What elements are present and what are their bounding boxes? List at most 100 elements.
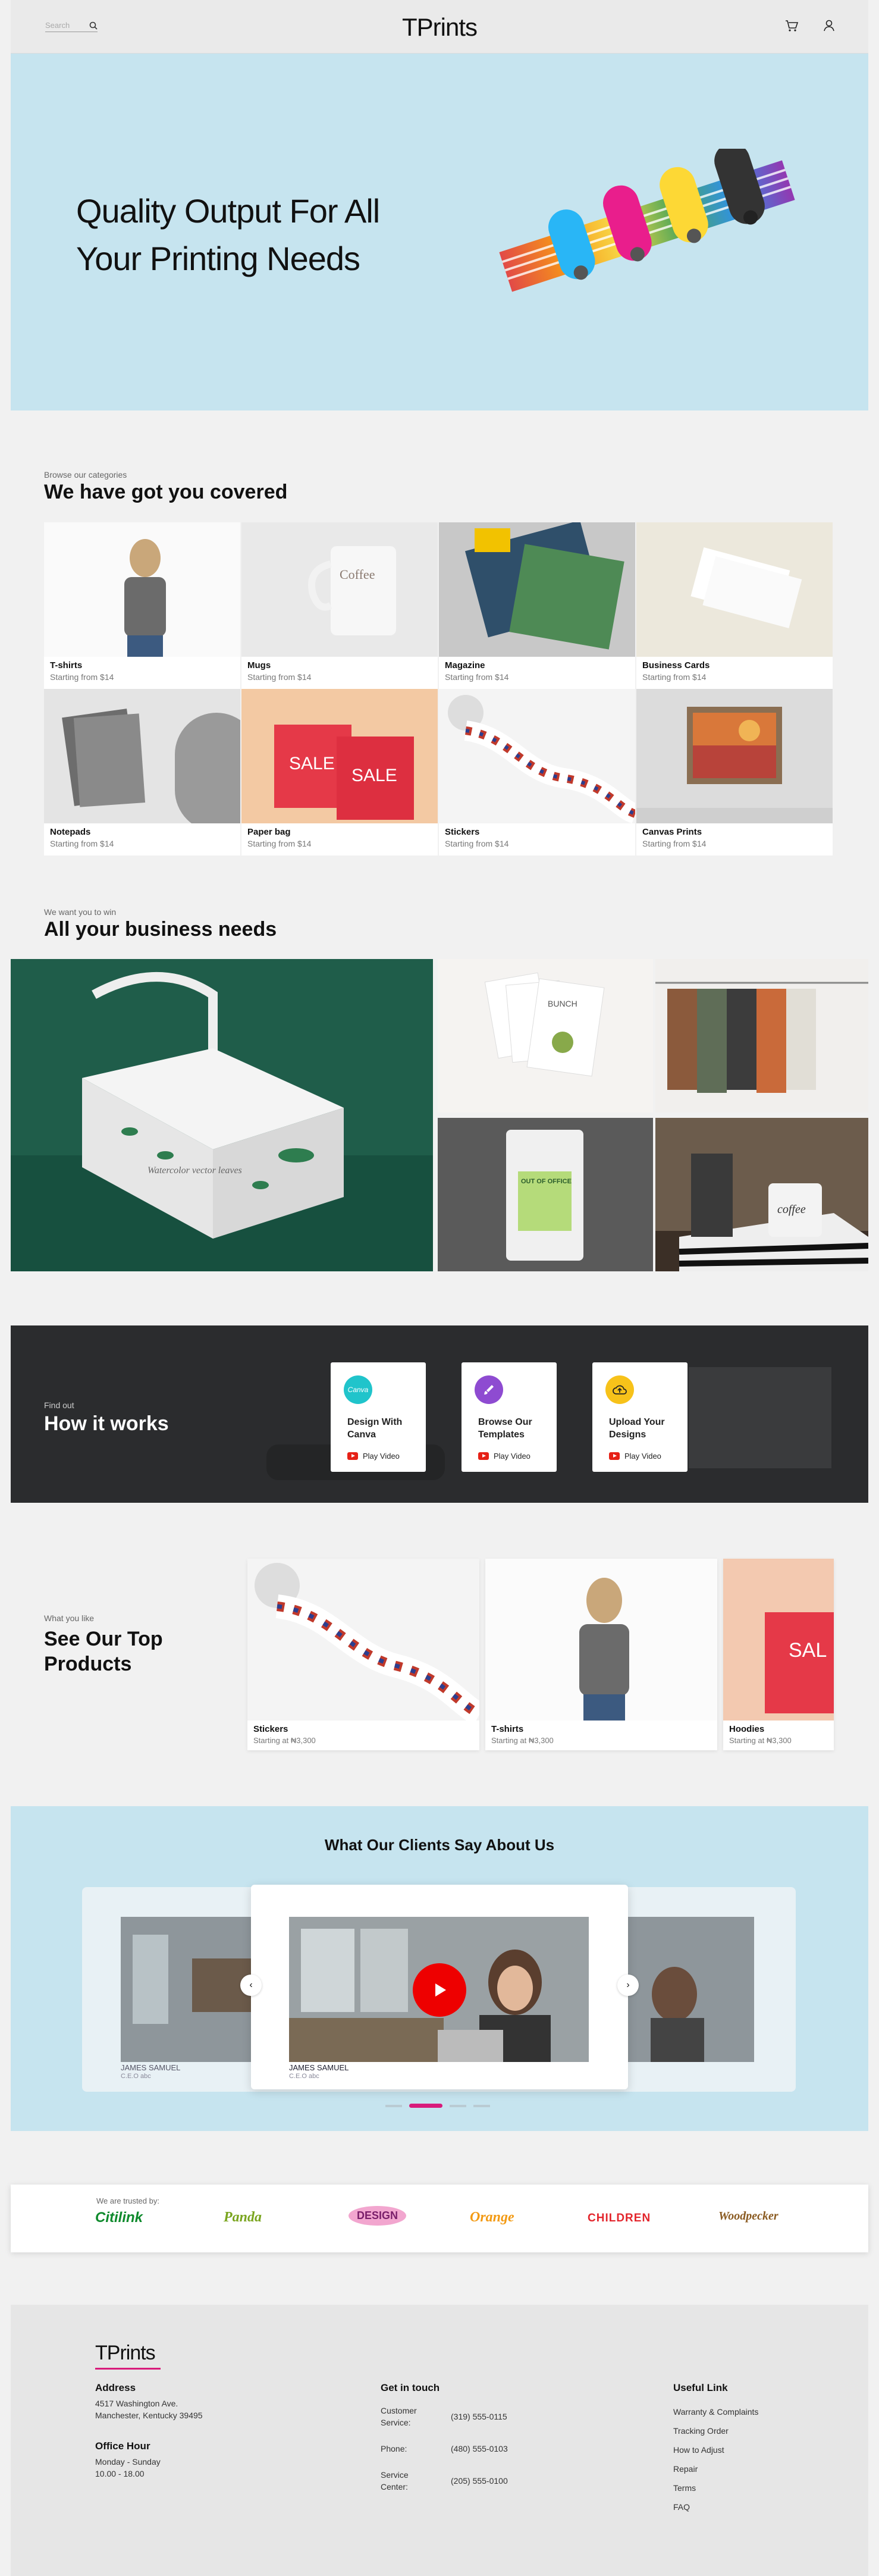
how-card-title: Design With Canva bbox=[347, 1417, 403, 1440]
play-video-link[interactable]: Play Video bbox=[609, 1452, 661, 1461]
category-card-magazine[interactable]: Magazine Starting from $14 bbox=[439, 522, 635, 689]
contact-value[interactable]: (480) 555-0103 bbox=[451, 2443, 508, 2455]
how-it-works-section: Find out How it works Canva Design With … bbox=[11, 1325, 868, 1503]
bag-text: Watercolor vector leaves bbox=[147, 1165, 242, 1176]
carousel-prev-button[interactable]: ‹ bbox=[240, 1975, 262, 1996]
contact-value[interactable]: (319) 555-0115 bbox=[451, 2411, 507, 2423]
links-title: Useful Link bbox=[673, 2382, 728, 2393]
how-card-templates[interactable]: Browse Our Templates Play Video bbox=[462, 1362, 557, 1472]
play-video-label: Play Video bbox=[494, 1452, 530, 1461]
testimonials-title: What Our Clients Say About Us bbox=[324, 1836, 555, 1854]
footer-link-faq[interactable]: FAQ bbox=[673, 2501, 690, 2513]
how-card-upload[interactable]: Upload Your Designs Play Video bbox=[592, 1362, 687, 1472]
play-video-link[interactable]: Play Video bbox=[347, 1452, 400, 1461]
product-price: Starting at ₦3,300 bbox=[253, 1736, 316, 1745]
carousel-dot[interactable] bbox=[385, 2105, 402, 2107]
category-name: Magazine bbox=[445, 660, 485, 670]
product-name: Hoodies bbox=[729, 1724, 765, 1734]
carousel-dot[interactable] bbox=[450, 2105, 466, 2107]
stickers-image bbox=[439, 689, 635, 823]
footer-link-terms[interactable]: Terms bbox=[673, 2482, 696, 2494]
notepads-image bbox=[44, 689, 240, 823]
play-video-link[interactable]: Play Video bbox=[478, 1452, 530, 1461]
canva-icon: Canva bbox=[344, 1375, 372, 1404]
carousel-dot[interactable] bbox=[473, 2105, 490, 2107]
footer-link-repair[interactable]: Repair bbox=[673, 2463, 698, 2475]
hours-title: Office Hour bbox=[95, 2440, 150, 2452]
category-price: Starting from $14 bbox=[50, 672, 114, 682]
mugs-image: Coffee bbox=[241, 522, 438, 657]
hero-banner: Quality Output For All Your Printing Nee… bbox=[11, 54, 868, 410]
tshirts-image bbox=[44, 522, 240, 657]
logo-panda: Panda bbox=[224, 2210, 262, 2225]
carousel-next-button[interactable]: › bbox=[617, 1975, 639, 1996]
user-icon[interactable] bbox=[821, 18, 837, 33]
brand-logo[interactable]: TPrints bbox=[11, 13, 868, 42]
product-card-tshirts[interactable]: T-shirts Starting at ₦3,300 bbox=[485, 1559, 717, 1750]
logo-woodpecker: Woodpecker bbox=[718, 2210, 778, 2223]
business-title: All your business needs bbox=[44, 918, 277, 941]
coffee-bag-text: OUT OF OFFICE bbox=[521, 1178, 572, 1185]
category-card-tshirts[interactable]: T-shirts Starting from $14 bbox=[44, 522, 240, 689]
testimonial-video-right[interactable] bbox=[627, 1917, 754, 2062]
footer-brand[interactable]: TPrints bbox=[95, 2342, 156, 2365]
cloud-upload-icon bbox=[605, 1375, 634, 1404]
contact-value[interactable]: (205) 555-0100 bbox=[451, 2475, 508, 2487]
contact-label: Customer Service: bbox=[381, 2406, 417, 2427]
category-name: Mugs bbox=[247, 660, 271, 670]
brush-icon bbox=[475, 1375, 503, 1404]
products-title: See Our Top Products bbox=[44, 1627, 163, 1676]
logo-children: CHILDREN bbox=[588, 2212, 651, 2224]
business-apparel-rack-image[interactable] bbox=[655, 959, 868, 1112]
business-cards-stack-image[interactable]: BUNCH bbox=[438, 959, 653, 1112]
testimonial-role: C.E.O abc bbox=[121, 2073, 151, 2080]
how-card-title: Browse Our Templates bbox=[478, 1417, 532, 1440]
testimonial-video-left[interactable] bbox=[121, 1917, 258, 2062]
business-coffee-bag-image[interactable]: OUT OF OFFICE bbox=[438, 1118, 653, 1271]
contact-title: Get in touch bbox=[381, 2382, 440, 2393]
category-card-stickers[interactable]: Stickers Starting from $14 bbox=[439, 689, 635, 855]
mug-text: Coffee bbox=[340, 567, 375, 582]
canvas-prints-image bbox=[636, 689, 833, 823]
sale-text: SALE bbox=[289, 754, 335, 773]
products-title-line2: Products bbox=[44, 1653, 132, 1675]
category-price: Starting from $14 bbox=[247, 839, 312, 848]
product-card-hoodies[interactable]: SAL Hoodies Starting at ₦3,300 bbox=[723, 1559, 834, 1750]
hero-title-line1: Quality Output For All bbox=[76, 192, 380, 230]
testimonial-name: JAMES SAMUEL bbox=[121, 2063, 181, 2072]
logo-orange: Orange bbox=[470, 2210, 514, 2225]
product-card-stickers[interactable]: Stickers Starting at ₦3,300 bbox=[247, 1559, 479, 1750]
how-card-canva[interactable]: Canva Design With Canva Play Video bbox=[331, 1362, 426, 1472]
trusted-label: We are trusted by: bbox=[96, 2196, 159, 2205]
category-card-notepads[interactable]: Notepads Starting from $14 bbox=[44, 689, 240, 855]
product-price: Starting at ₦3,300 bbox=[729, 1736, 792, 1745]
category-card-business-cards[interactable]: Business Cards Starting from $14 bbox=[636, 522, 833, 689]
how-kicker: Find out bbox=[44, 1400, 74, 1410]
testimonial-name: JAMES SAMUEL bbox=[289, 2063, 349, 2072]
footer-link-tracking[interactable]: Tracking Order bbox=[673, 2425, 729, 2437]
contact-label: Service Center: bbox=[381, 2470, 409, 2492]
cart-icon[interactable] bbox=[784, 18, 799, 33]
play-button[interactable] bbox=[413, 1963, 466, 2017]
category-name: T-shirts bbox=[50, 660, 83, 670]
category-card-mugs[interactable]: Coffee Mugs Starting from $14 bbox=[241, 522, 438, 689]
play-video-label: Play Video bbox=[624, 1452, 661, 1461]
category-name: Canvas Prints bbox=[642, 827, 702, 837]
logo-citilink: Citilink bbox=[95, 2210, 143, 2226]
category-card-paper-bag[interactable]: SALE SALE Paper bag Starting from $14 bbox=[241, 689, 438, 855]
hero-title: Quality Output For All Your Printing Nee… bbox=[76, 187, 492, 283]
business-gift-box-image[interactable]: Watercolor vector leaves bbox=[11, 959, 433, 1271]
category-name: Stickers bbox=[445, 827, 480, 837]
category-price: Starting from $14 bbox=[642, 839, 707, 848]
business-cards-image bbox=[636, 522, 833, 657]
site-footer: TPrints Address 4517 Washington Ave. Man… bbox=[11, 2305, 868, 2576]
address-title: Address bbox=[95, 2382, 136, 2393]
testimonials-section: What Our Clients Say About Us JAMES SAMU… bbox=[11, 1806, 868, 2131]
footer-link-adjust[interactable]: How to Adjust bbox=[673, 2444, 724, 2456]
categories-kicker: Browse our categories bbox=[44, 470, 127, 480]
category-card-canvas-prints[interactable]: Canvas Prints Starting from $14 bbox=[636, 689, 833, 855]
carousel-dot-active[interactable] bbox=[409, 2104, 442, 2108]
category-price: Starting from $14 bbox=[445, 839, 509, 848]
footer-link-warranty[interactable]: Warranty & Complaints bbox=[673, 2406, 758, 2418]
business-mug-image[interactable]: coffee bbox=[655, 1118, 868, 1271]
